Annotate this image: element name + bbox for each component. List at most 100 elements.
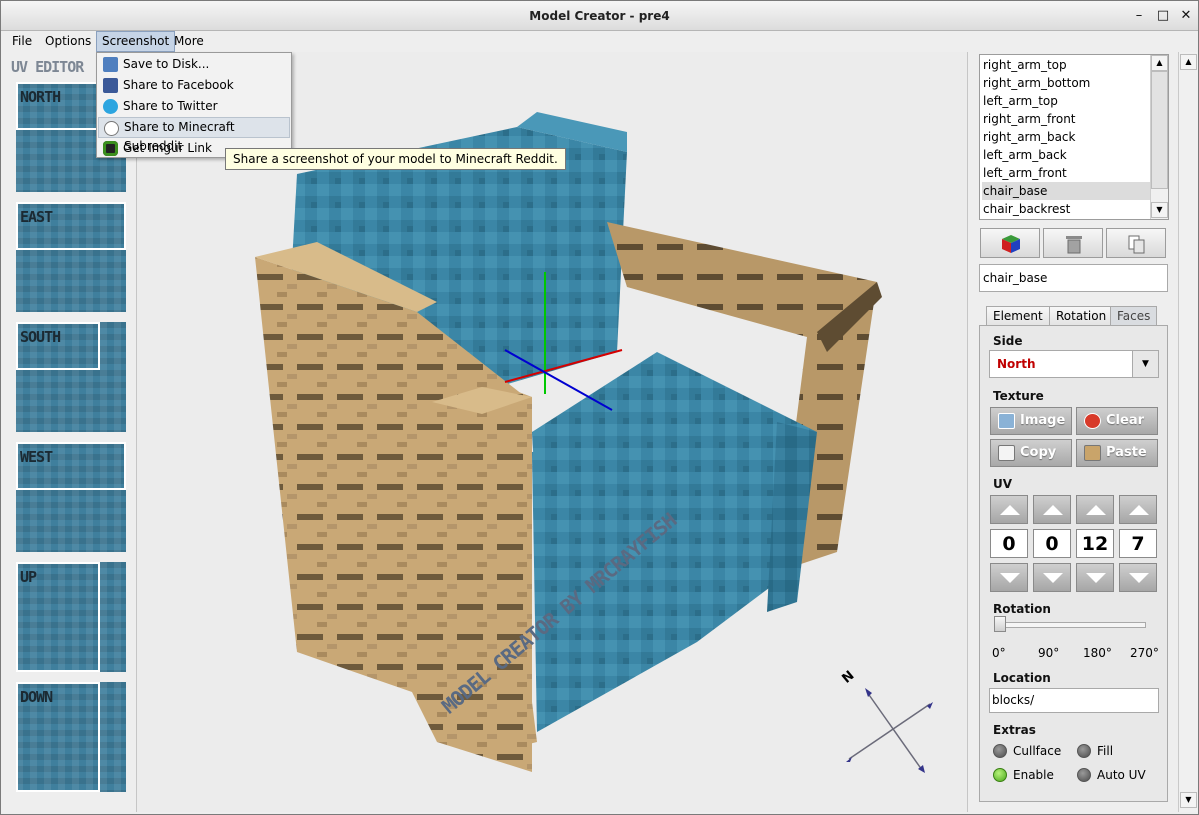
scroll-up-icon[interactable]: ▲: [1151, 55, 1168, 71]
uv-face-label: EAST: [20, 208, 53, 226]
menu-item-share-twitter[interactable]: Share to Twitter: [98, 96, 290, 117]
list-item[interactable]: right_arm_bottom: [982, 74, 1150, 92]
element-name-field[interactable]: chair_base: [979, 264, 1168, 292]
facebook-icon: [103, 78, 118, 93]
uv-editor-panel: UV EDITOR NORTH EAST SOUTH WEST UP DOWN: [9, 52, 135, 812]
uv-face-west[interactable]: WEST: [16, 442, 126, 552]
right-scrollbar[interactable]: ▲ ▼: [1178, 52, 1198, 812]
arrow-up-icon: [1000, 505, 1020, 515]
add-element-button[interactable]: [980, 228, 1040, 258]
uv-x1-down-button[interactable]: [990, 563, 1028, 592]
menu-more[interactable]: More: [169, 31, 209, 52]
menu-item-save-to-disk[interactable]: Save to Disk...: [98, 54, 290, 75]
uv-x2-field[interactable]: 12: [1076, 529, 1114, 558]
element-list-scrollbar[interactable]: ▲ ▼: [1150, 55, 1168, 219]
enable-label: Enable: [1013, 768, 1054, 782]
uv-x1-up-button[interactable]: [990, 495, 1028, 524]
menu-screenshot[interactable]: Screenshot: [96, 31, 176, 52]
uv-y2-down-button[interactable]: [1119, 563, 1157, 592]
paste-icon: [1084, 445, 1101, 461]
menu-item-label: Get Imgur Link: [123, 141, 212, 155]
imgur-icon: [103, 141, 118, 156]
arrow-down-icon: [1129, 573, 1149, 583]
menu-item-share-reddit[interactable]: Share to Minecraft Subreddit: [98, 117, 290, 153]
menu-bar: File Options Screenshot More: [1, 31, 1198, 52]
extras-label: Extras: [993, 723, 1036, 737]
list-item[interactable]: left_arm_back: [982, 146, 1150, 164]
menu-file[interactable]: File: [7, 31, 37, 52]
tab-faces[interactable]: Faces: [1110, 306, 1158, 326]
cullface-toggle[interactable]: [993, 744, 1007, 758]
uv-editor-title: UV EDITOR: [11, 58, 84, 76]
chevron-down-icon[interactable]: ▼: [1132, 351, 1158, 377]
tab-rotation[interactable]: Rotation: [1049, 306, 1114, 326]
rotation-slider-track[interactable]: [996, 622, 1146, 628]
auto-uv-toggle[interactable]: [1077, 768, 1091, 782]
uv-y1-up-button[interactable]: [1033, 495, 1071, 524]
duplicate-element-button[interactable]: [1106, 228, 1166, 258]
scroll-up-icon[interactable]: ▲: [1180, 54, 1197, 70]
compass-icon: [846, 688, 933, 773]
uv-label: UV: [993, 477, 1013, 491]
fill-toggle[interactable]: [1077, 744, 1091, 758]
uv-y2-field[interactable]: 7: [1119, 529, 1157, 558]
uv-face-down[interactable]: DOWN: [16, 682, 126, 792]
image-button-label: Image: [1020, 413, 1066, 428]
list-item[interactable]: right_arm_top: [982, 56, 1150, 74]
menu-options[interactable]: Options: [40, 31, 96, 52]
side-select[interactable]: North ▼: [989, 350, 1159, 378]
uv-x1-field[interactable]: 0: [990, 529, 1028, 558]
clear-icon: [1084, 413, 1101, 429]
location-field[interactable]: blocks/: [989, 688, 1159, 713]
list-item[interactable]: right_arm_front: [982, 110, 1150, 128]
image-icon: [998, 413, 1015, 429]
reddit-icon: [104, 121, 119, 136]
image-button[interactable]: Image: [990, 407, 1072, 435]
floppy-disk-icon: [103, 57, 118, 72]
scroll-thumb[interactable]: [1151, 71, 1168, 189]
arrow-down-icon: [1043, 573, 1063, 583]
paste-button-label: Paste: [1106, 445, 1147, 460]
list-item[interactable]: right_arm_back: [982, 128, 1150, 146]
cube-icon: [1002, 235, 1020, 253]
uv-x2-down-button[interactable]: [1076, 563, 1114, 592]
rotation-tick: 270°: [1130, 646, 1159, 660]
uv-face-up[interactable]: UP: [16, 562, 126, 672]
title-bar: Model Creator - pre4 – □ ✕: [1, 1, 1198, 31]
uv-face-south[interactable]: SOUTH: [16, 322, 126, 432]
enable-toggle[interactable]: [993, 768, 1007, 782]
cullface-label: Cullface: [1013, 744, 1062, 758]
trash-icon: [1066, 236, 1082, 254]
close-button[interactable]: ✕: [1178, 8, 1194, 24]
copy-button[interactable]: Copy: [990, 439, 1072, 467]
uv-face-label: SOUTH: [20, 328, 61, 346]
maximize-button[interactable]: □: [1155, 8, 1171, 24]
list-item[interactable]: chair_backrest: [982, 200, 1150, 218]
arrow-down-icon: [1000, 573, 1020, 583]
faces-tab-panel: Side North ▼ Texture Image Clear Copy Pa…: [979, 325, 1168, 802]
scroll-down-icon[interactable]: ▼: [1151, 202, 1168, 218]
menu-item-share-facebook[interactable]: Share to Facebook: [98, 75, 290, 96]
uv-x2-up-button[interactable]: [1076, 495, 1114, 524]
tab-element[interactable]: Element: [986, 306, 1050, 326]
paste-button[interactable]: Paste: [1076, 439, 1158, 467]
delete-element-button[interactable]: [1043, 228, 1103, 258]
list-item[interactable]: left_arm_top: [982, 92, 1150, 110]
app-window: Model Creator - pre4 – □ ✕ File Options …: [0, 0, 1199, 815]
scroll-down-icon[interactable]: ▼: [1180, 792, 1197, 808]
uv-face-east[interactable]: EAST: [16, 202, 126, 312]
list-item[interactable]: left_arm_front: [982, 164, 1150, 182]
properties-panel: right_arm_top right_arm_bottom left_arm_…: [970, 52, 1178, 812]
texture-label: Texture: [993, 389, 1044, 403]
clear-button[interactable]: Clear: [1076, 407, 1158, 435]
list-item-selected[interactable]: chair_base: [982, 182, 1150, 200]
rotation-slider-thumb[interactable]: [994, 616, 1006, 632]
screenshot-menu: Save to Disk... Share to Facebook Share …: [96, 52, 292, 158]
uv-y1-down-button[interactable]: [1033, 563, 1071, 592]
uv-face-label: NORTH: [20, 88, 61, 106]
uv-y2-up-button[interactable]: [1119, 495, 1157, 524]
minimize-button[interactable]: –: [1131, 8, 1147, 24]
uv-y1-field[interactable]: 0: [1033, 529, 1071, 558]
rotation-tick: 180°: [1083, 646, 1112, 660]
element-list[interactable]: right_arm_top right_arm_bottom left_arm_…: [979, 54, 1169, 220]
